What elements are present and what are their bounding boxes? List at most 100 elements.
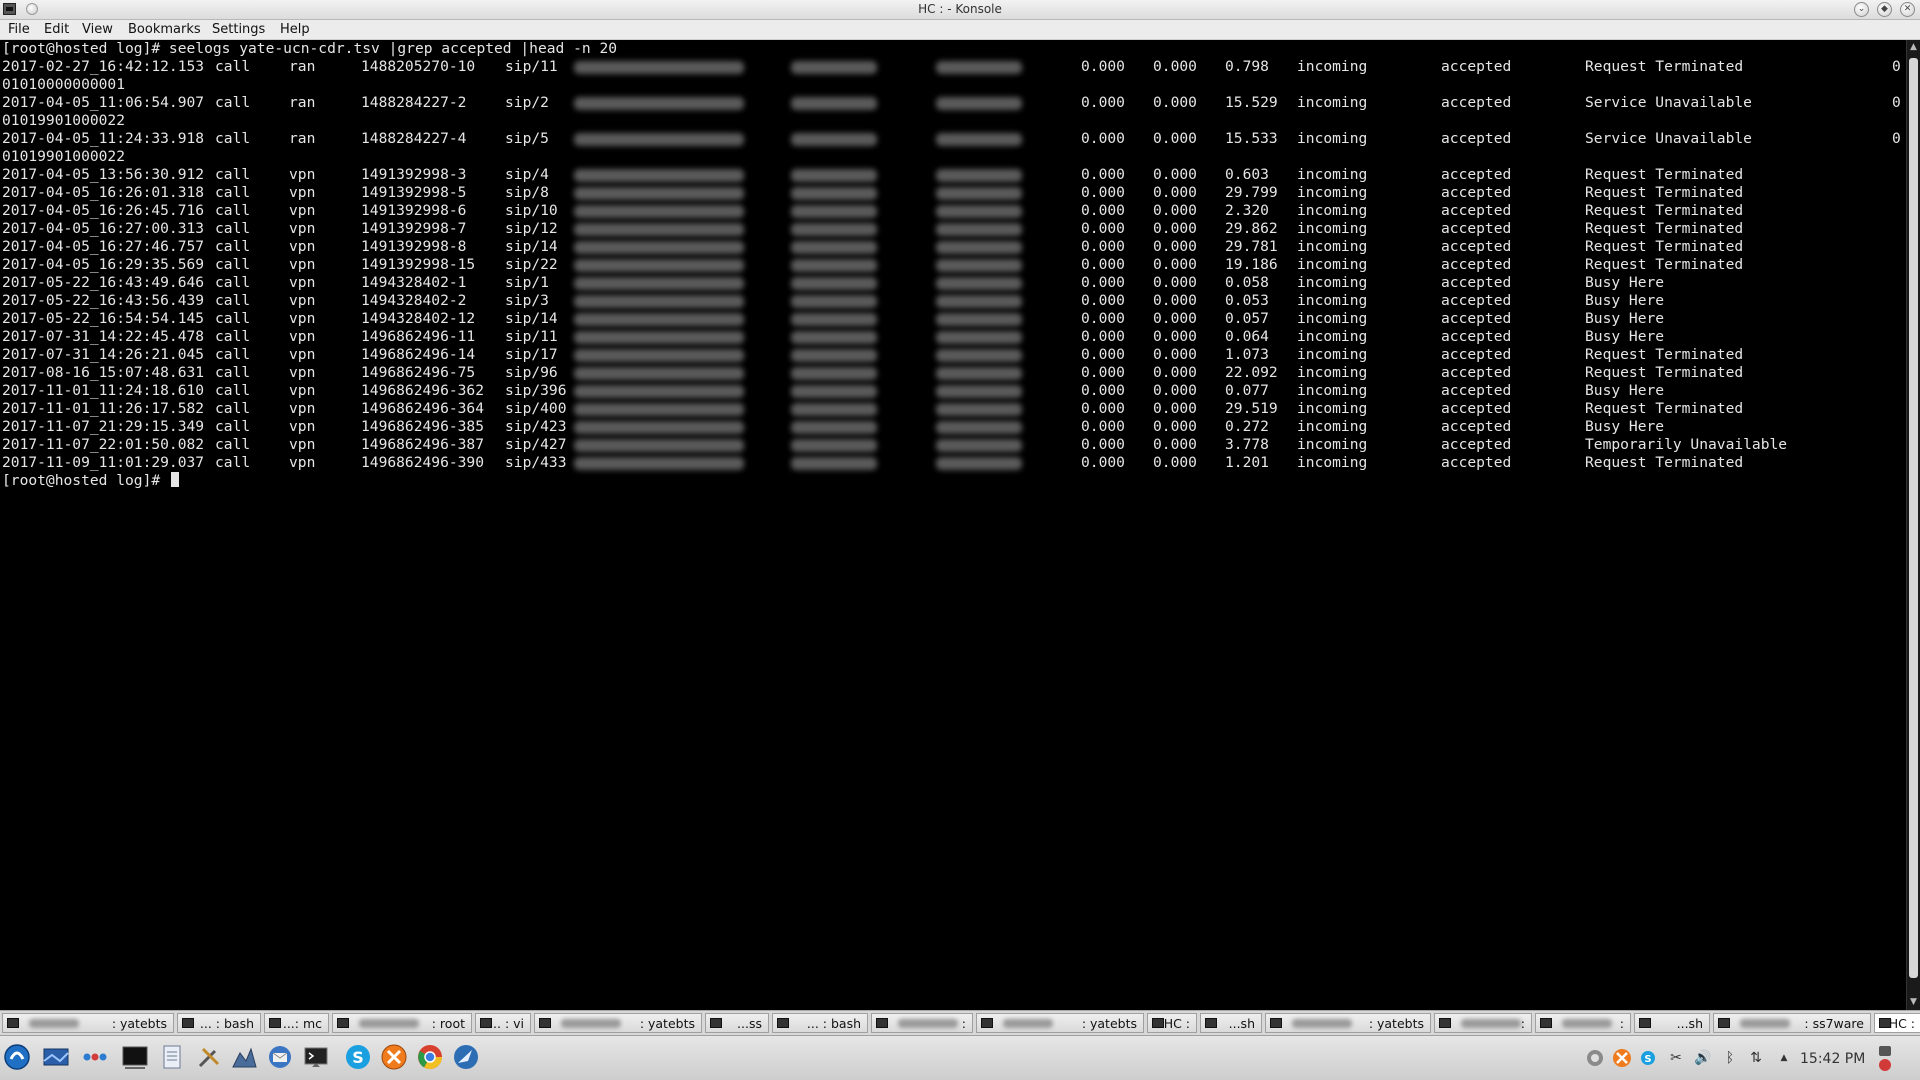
session-tab[interactable]: : ss7ware — [1713, 1013, 1871, 1033]
redacted-tab-host — [1740, 1019, 1790, 1028]
session-tab[interactable]: HC : — [1874, 1013, 1920, 1033]
tray-expand-icon[interactable]: ▲ — [1776, 1050, 1792, 1066]
thunderbird-icon[interactable] — [266, 1043, 294, 1071]
konsole-icon[interactable] — [302, 1043, 330, 1071]
session-tab[interactable]: : — [1535, 1013, 1631, 1033]
desktop-icon[interactable] — [42, 1043, 70, 1071]
session-tab[interactable]: : — [871, 1013, 973, 1033]
terminal-scrollbar[interactable]: ▲ ▼ — [1906, 40, 1920, 1010]
cdr-chan: sip/3 — [505, 292, 549, 309]
terminal-tab-icon — [1639, 1018, 1651, 1028]
cdr-chan: sip/1 — [505, 274, 549, 291]
session-tab[interactable]: ...: mc — [264, 1013, 329, 1033]
cdr-reason: Busy Here — [1585, 274, 1665, 291]
session-tab[interactable]: : — [1434, 1013, 1532, 1033]
redacted-address-2 — [791, 439, 877, 452]
redacted-address-2 — [791, 61, 877, 74]
cdr-d1: 0.000 — [1081, 364, 1125, 381]
volume-icon[interactable]: 🔊 — [1694, 1050, 1711, 1066]
cdr-d1: 0.000 — [1081, 328, 1125, 345]
svg-text:S: S — [352, 1048, 364, 1067]
cdr-row: 2017-04-05_11:06:54.907 call ran 1488284227… — [0, 94, 1906, 112]
cdr-time: 2017-07-31_14:22:45.478 — [2, 328, 205, 345]
redacted-address-1 — [574, 241, 744, 254]
network-icon[interactable] — [230, 1043, 258, 1071]
menu-help[interactable]: Help — [280, 22, 310, 37]
redacted-tab-host — [29, 1019, 79, 1028]
menu-settings[interactable]: Settings — [212, 22, 265, 37]
cdr-dir: incoming — [1297, 58, 1368, 75]
cdr-d2: 0.000 — [1153, 382, 1197, 399]
close-button[interactable]: ✕ — [1900, 2, 1915, 17]
redacted-address-3 — [936, 61, 1022, 74]
chrome-icon[interactable] — [416, 1043, 444, 1071]
menu-edit[interactable]: Edit — [44, 22, 69, 37]
cdr-id: 1491392998-8 — [361, 238, 467, 255]
cdr-row: 2017-04-05_11:24:33.918 call ran 1488284227… — [0, 130, 1906, 148]
menu-file[interactable]: File — [8, 22, 30, 37]
session-tab[interactable]: : yatebts — [1265, 1013, 1431, 1033]
text-cursor — [170, 472, 179, 487]
cdr-d3: 0.603 — [1225, 166, 1269, 183]
tools-tray-icon[interactable]: ✂ — [1668, 1050, 1684, 1066]
session-tab-label: ...: mc — [282, 1016, 322, 1031]
redacted-address-3 — [936, 403, 1022, 416]
xampp-icon[interactable] — [380, 1043, 408, 1071]
session-tab[interactable]: : yatebts — [534, 1013, 702, 1033]
session-tab[interactable]: ... : bash — [177, 1013, 261, 1033]
cdr-dir: incoming — [1297, 166, 1368, 183]
cdr-d1: 0.000 — [1081, 256, 1125, 273]
minimize-button[interactable]: ⌄ — [1854, 2, 1869, 17]
terminal-output[interactable]: [root@hosted log]# seelogs yate-ucn-cdr.… — [0, 40, 1906, 1010]
session-tab[interactable]: ... : bash — [772, 1013, 868, 1033]
menu-bookmarks[interactable]: Bookmarks — [128, 22, 201, 37]
cdr-d3: 0.064 — [1225, 328, 1269, 345]
session-tab[interactable]: HC : — [1147, 1013, 1197, 1033]
cdr-reason: Request Terminated — [1585, 202, 1744, 219]
notes-icon[interactable] — [158, 1043, 186, 1071]
session-tab[interactable]: : root — [332, 1013, 472, 1033]
session-tab-label: ... : bash — [199, 1016, 254, 1031]
redacted-tab-host — [1292, 1019, 1352, 1028]
cdr-time: 2017-05-22_16:43:56.439 — [2, 292, 205, 309]
cdr-time: 2017-02-27_16:42:12.153 — [2, 58, 205, 75]
session-tab[interactable]: ...sh — [1200, 1013, 1262, 1033]
session-tab[interactable]: ...sh — [1634, 1013, 1710, 1033]
usb-icon[interactable]: ⇅ — [1748, 1050, 1764, 1066]
cdr-d1: 0.000 — [1081, 184, 1125, 201]
scroll-down-arrow-icon[interactable]: ▼ — [1907, 995, 1920, 1009]
menu-view[interactable]: View — [82, 22, 113, 37]
lock-logout-icon[interactable] — [1876, 1044, 1894, 1072]
activities-icon[interactable] — [81, 1043, 109, 1071]
cdr-net: vpn — [289, 346, 316, 363]
cdr-chan: sip/10 — [505, 202, 558, 219]
bluetooth-icon[interactable]: ᛒ — [1722, 1050, 1738, 1066]
skype-icon[interactable]: S — [344, 1043, 372, 1071]
cdr-chan: sip/4 — [505, 166, 549, 183]
cdr-d3: 29.799 — [1225, 184, 1278, 201]
maximize-button[interactable]: ◆ — [1877, 2, 1892, 17]
session-tab[interactable]: ...ss — [705, 1013, 769, 1033]
cdr-status: accepted — [1441, 220, 1512, 237]
skype-tray-icon[interactable]: S — [1640, 1050, 1656, 1066]
window-titlebar[interactable]: HC : - Konsole ⌄ ◆ ✕ — [0, 0, 1920, 20]
session-tab-label: ... : bash — [806, 1016, 861, 1031]
xampp-tray-icon[interactable] — [1612, 1048, 1632, 1068]
browser-icon[interactable] — [452, 1043, 480, 1071]
scrollbar-thumb[interactable] — [1909, 58, 1918, 978]
session-tab[interactable]: : yatebts — [2, 1013, 174, 1033]
cdr-d3: 2.320 — [1225, 202, 1269, 219]
session-tab[interactable]: : yatebts — [976, 1013, 1144, 1033]
session-tab[interactable]: ... : vi — [475, 1013, 531, 1033]
cdr-reason: Request Terminated — [1585, 238, 1744, 255]
network-manager-icon[interactable] — [1585, 1048, 1605, 1068]
cdr-d1: 0.000 — [1081, 292, 1125, 309]
clock[interactable]: 15:42 PM — [1800, 1051, 1865, 1067]
cdr-time: 2017-04-05_16:29:35.569 — [2, 256, 205, 273]
kde-menu-icon[interactable] — [3, 1043, 31, 1071]
cdr-type: call — [215, 382, 251, 399]
terminal-icon[interactable] — [121, 1043, 149, 1071]
tools-icon[interactable] — [195, 1043, 223, 1071]
cdr-chan: sip/11 — [505, 58, 558, 75]
scroll-up-arrow-icon[interactable]: ▲ — [1907, 40, 1920, 54]
